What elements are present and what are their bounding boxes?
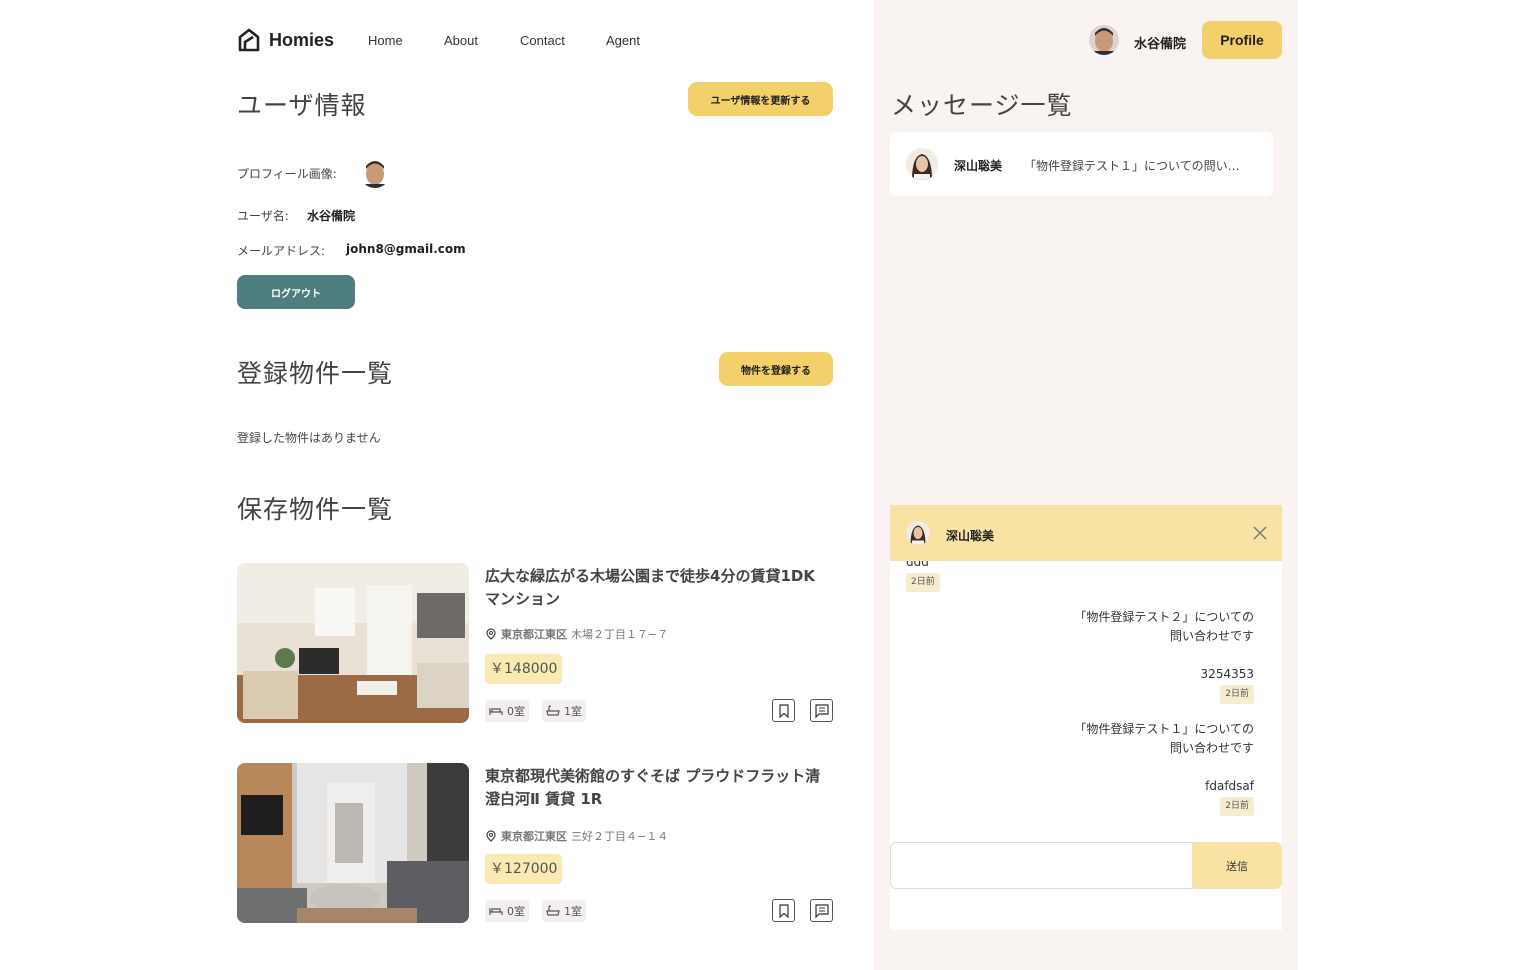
logo-text: Homies [269, 29, 335, 50]
listing-ward: 東京都江東区 [501, 628, 567, 641]
email-label: メールアドレス: [237, 244, 326, 258]
user-avatar-icon [906, 521, 930, 545]
user-avatar-icon [906, 148, 938, 180]
listing-price: ￥127000 [485, 854, 563, 884]
chat-message-sent: fdafdsaf [1205, 779, 1254, 793]
thread-avatar [906, 148, 938, 180]
house-logo-icon [238, 28, 260, 52]
thread-name: 深山聡美 [954, 159, 1003, 173]
listing-baths: 1室 [542, 700, 586, 722]
chat-message-time: 2日前 [1220, 685, 1254, 704]
user-avatar-icon [1089, 25, 1119, 55]
listing-rooms-value: 0室 [507, 905, 525, 918]
chat-icon [814, 703, 829, 718]
listing-baths-value: 1室 [564, 905, 582, 918]
message-button[interactable] [810, 899, 833, 922]
saved-listing-card[interactable]: 広大な緑広がる木場公園まで徒歩4分の賃貸1DK マンション 東京都江東区 木場２… [237, 563, 833, 723]
chat-partner-avatar [906, 521, 930, 545]
message-button[interactable] [810, 699, 833, 722]
listing-location: 東京都江東区 木場２丁目１７−７ [485, 626, 668, 642]
bathtub-icon [546, 705, 560, 716]
chat-window: 深山聡美 ddd 2日前 「物件登録テスト２」についての問い合わせです 3254… [890, 505, 1282, 930]
nav-agent[interactable]: Agent [606, 33, 640, 48]
profile-image [360, 158, 390, 188]
bookmark-button[interactable] [772, 699, 795, 722]
chat-message-sent: 3254353 [1200, 667, 1254, 681]
registered-title: 登録物件一覧 [237, 359, 394, 388]
thread-preview: 「物件登録テスト１」についての問い合わせです [1024, 159, 1242, 173]
profile-button[interactable]: Profile [1202, 21, 1282, 59]
logout-button[interactable]: ログアウト [237, 275, 355, 309]
listing-address: 三好２丁目４−１４ [571, 830, 669, 843]
nav-contact[interactable]: Contact [520, 33, 565, 48]
send-button[interactable]: 送信 [1192, 842, 1282, 889]
profile-image-label: プロフィール画像: [237, 167, 337, 181]
location-pin-icon [486, 830, 496, 842]
registered-empty-text: 登録した物件はありません [237, 431, 381, 445]
chat-icon [814, 903, 829, 918]
saved-listing-card[interactable]: 東京都現代美術館のすぐそば プラウドフラット清澄白河Ⅱ 賃貸 1R 東京都江東区… [237, 763, 833, 923]
listing-price: ￥148000 [485, 654, 563, 684]
chat-message-sent: 「物件登録テスト１」についての問い合わせです [1074, 722, 1254, 755]
chat-message-time: 2日前 [1220, 797, 1254, 816]
messages-title: メッセージ一覧 [891, 91, 1073, 120]
header-user-name: 水谷備院 [1134, 37, 1187, 52]
update-user-button[interactable]: ユーザ情報を更新する [688, 82, 833, 116]
header-avatar[interactable] [1089, 25, 1119, 55]
chat-message-sent: 「物件登録テスト２」についての問い合わせです [1074, 610, 1254, 643]
chat-message-time: 2日前 [906, 573, 940, 592]
close-icon[interactable] [1252, 525, 1268, 541]
username-label: ユーザ名: [237, 209, 289, 223]
chat-partner-name: 深山聡美 [946, 529, 995, 543]
user-avatar-icon [360, 158, 390, 188]
bathtub-icon [546, 905, 560, 916]
saved-title: 保存物件一覧 [237, 495, 394, 524]
listing-location: 東京都江東区 三好２丁目４−１４ [485, 828, 668, 844]
location-pin-icon [486, 628, 496, 640]
listing-rooms: 0室 [485, 900, 529, 922]
user-info-title: ユーザ情報 [237, 91, 367, 120]
bookmark-icon [778, 703, 789, 718]
bookmark-button[interactable] [772, 899, 795, 922]
listing-rooms: 0室 [485, 700, 529, 722]
chat-messages[interactable]: ddd 2日前 「物件登録テスト２」についての問い合わせです 3254353 2… [890, 561, 1282, 841]
message-thread-item[interactable]: 深山聡美 「物件登録テスト１」についての問い合わせです [890, 132, 1273, 196]
chat-message-input[interactable] [890, 842, 1194, 889]
bed-icon [489, 708, 503, 715]
listing-title[interactable]: 東京都現代美術館のすぐそば プラウドフラット清澄白河Ⅱ 賃貸 1R [485, 765, 830, 811]
listing-address: 木場２丁目１７−７ [571, 628, 669, 641]
chat-message-received: ddd [906, 561, 929, 569]
nav-home[interactable]: Home [368, 33, 403, 48]
listing-rooms-value: 0室 [507, 705, 525, 718]
register-property-button[interactable]: 物件を登録する [719, 352, 833, 386]
listing-photo[interactable] [237, 563, 469, 723]
nav-about[interactable]: About [444, 33, 478, 48]
username-value: 水谷備院 [307, 209, 356, 223]
listing-ward: 東京都江東区 [501, 830, 567, 843]
listing-photo[interactable] [237, 763, 469, 923]
chat-header: 深山聡美 [890, 505, 1282, 561]
bed-icon [489, 908, 503, 915]
email-value: john8@gmail.com [346, 242, 466, 256]
listing-title[interactable]: 広大な緑広がる木場公園まで徒歩4分の賃貸1DK マンション [485, 565, 830, 611]
listing-baths: 1室 [542, 900, 586, 922]
logo[interactable]: Homies [237, 28, 334, 52]
listing-baths-value: 1室 [564, 705, 582, 718]
bookmark-icon [778, 903, 789, 918]
